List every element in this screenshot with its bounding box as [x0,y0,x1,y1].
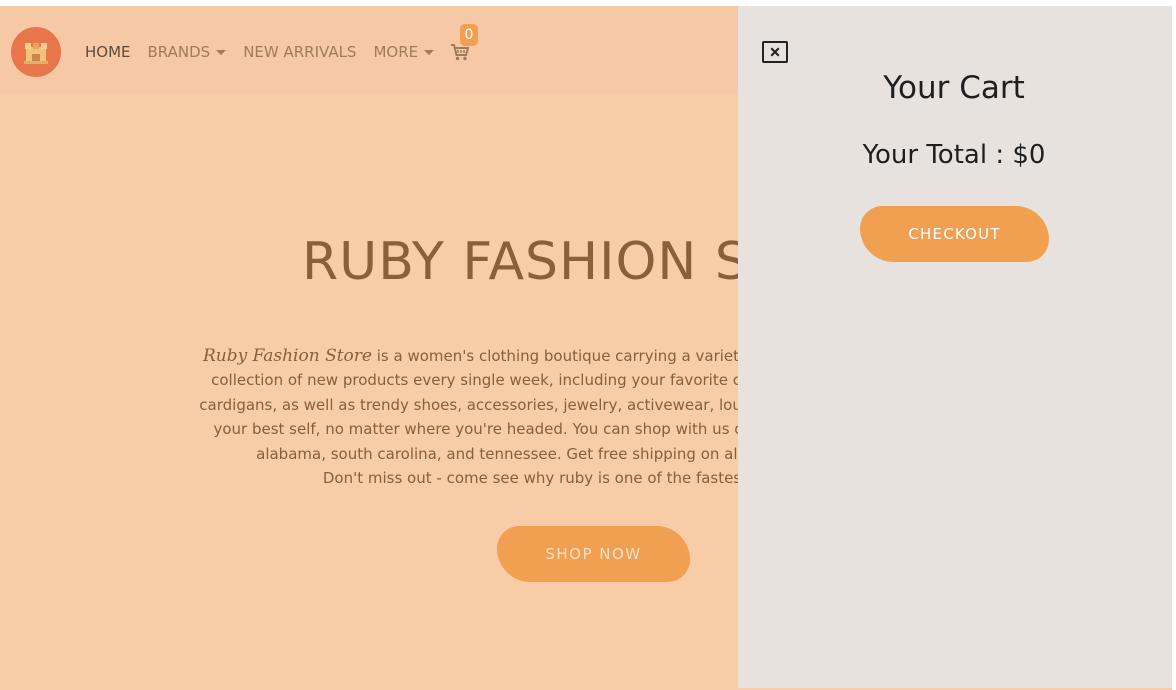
logo[interactable] [11,27,61,77]
nav-more[interactable]: MORE [373,43,435,61]
store-icon [24,43,48,64]
checkout-button[interactable]: CHECKOUT [860,206,1049,262]
main-nav: HOME BRANDS NEW ARRIVALS MORE [85,42,470,62]
page-edge [1172,6,1176,690]
nav-home-label: HOME [85,43,131,61]
shop-now-button[interactable]: SHOP NOW [497,526,690,582]
cart-total: Your Total : $0 [862,140,1046,170]
nav-new-arrivals[interactable]: NEW ARRIVALS [243,43,356,61]
cart-count-badge: 0 [460,24,478,46]
hero-title: RUBY FASHION S [302,232,749,292]
nav-brands-label: BRANDS [147,43,211,61]
nav-brands[interactable]: BRANDS [148,43,227,61]
chevron-down-icon [424,49,435,55]
close-cart-button[interactable] [762,41,788,63]
brand-name: Ruby Fashion Store [202,346,372,366]
nav-more-label: MORE [373,43,419,61]
cart-title: Your Cart [883,70,1025,106]
close-icon [770,47,780,57]
nav-new-arrivals-label: NEW ARRIVALS [243,43,357,61]
cart-panel: Your Cart Your Total : $0 CHECKOUT [738,6,1172,688]
nav-home[interactable]: HOME [85,43,131,61]
chevron-down-icon [216,49,227,55]
